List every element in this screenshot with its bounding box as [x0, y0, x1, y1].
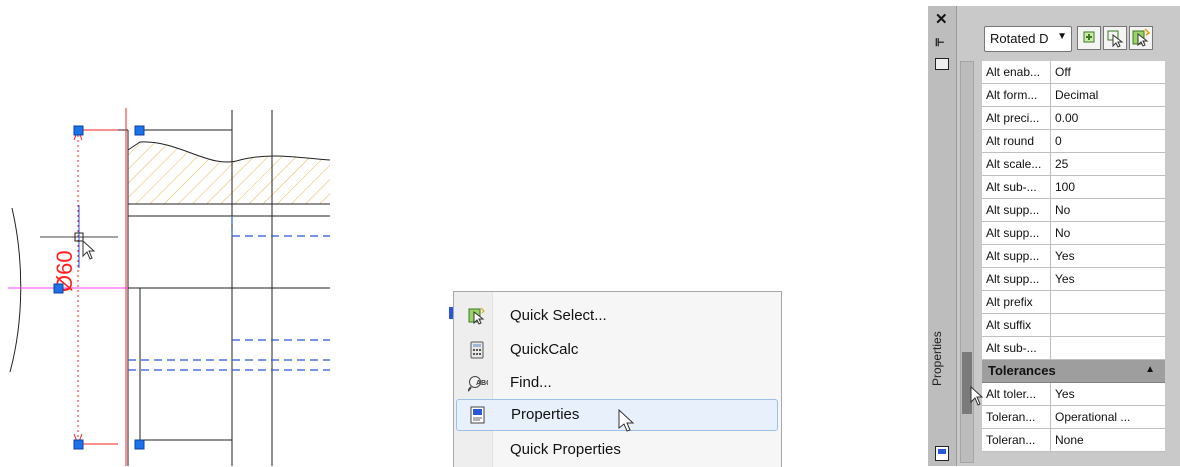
property-value[interactable]: 0.00: [1052, 107, 1164, 129]
close-icon[interactable]: ✕: [935, 10, 948, 28]
property-name: Alt supp...: [982, 222, 1051, 244]
context-menu: Quick Select... QuickCalc ABC Find... Pr…: [453, 291, 782, 467]
mouse-pointer-icon: [82, 239, 96, 260]
property-name: Toleran...: [982, 406, 1051, 428]
collapse-up-icon[interactable]: ▲: [1145, 364, 1155, 375]
select-objects-icon: [1107, 30, 1124, 48]
menu-item-quick-select[interactable]: Quick Select...: [456, 301, 776, 331]
property-name: Alt sub-...: [982, 176, 1051, 198]
property-row[interactable]: Alt prefix: [982, 291, 1165, 314]
auto-hide-icon[interactable]: ⊩: [935, 36, 945, 49]
palette-title: Properties: [930, 331, 944, 386]
menu-item-find[interactable]: ABC Find...: [456, 368, 776, 398]
drawing-canvas[interactable]: Ø60: [0, 0, 330, 466]
property-name: Alt supp...: [982, 268, 1051, 290]
menu-item-quickcalc[interactable]: QuickCalc: [456, 335, 776, 365]
property-row[interactable]: Alt supp... Yes: [982, 268, 1165, 291]
property-row[interactable]: Alt form... Decimal: [982, 84, 1165, 107]
menu-item-label: QuickCalc: [510, 341, 579, 358]
property-value[interactable]: [1052, 337, 1164, 359]
property-name: Alt supp...: [982, 199, 1051, 221]
property-name: Alt prefix: [982, 291, 1051, 313]
property-name: Alt form...: [982, 84, 1051, 106]
property-name: Alt suffix: [982, 314, 1051, 336]
quick-select-icon: [1132, 28, 1151, 47]
property-name: Toleran...: [982, 429, 1051, 451]
property-value[interactable]: Decimal: [1052, 84, 1164, 106]
selection-marker: [449, 307, 453, 319]
palette-title-strip: ✕ ⊩ Properties: [928, 6, 957, 466]
property-value[interactable]: No: [1052, 222, 1164, 244]
property-value[interactable]: No: [1052, 199, 1164, 221]
bearing-arc: [9, 207, 22, 373]
quick-select-icon: [468, 307, 486, 325]
properties-palette: ✕ ⊩ Properties Rotated D ▼ Alt enab... Of…: [928, 6, 1180, 466]
hidden-lines: [128, 216, 330, 371]
property-value[interactable]: [1052, 314, 1164, 336]
property-row[interactable]: Alt supp... No: [982, 199, 1165, 222]
property-row[interactable]: Alt enab... Off: [982, 61, 1165, 84]
property-value[interactable]: Yes: [1052, 268, 1164, 290]
property-row[interactable]: Alt toler... Yes: [982, 383, 1165, 406]
menu-item-label: Find...: [510, 374, 552, 391]
property-row[interactable]: Alt supp... Yes: [982, 245, 1165, 268]
property-value[interactable]: 25: [1052, 153, 1164, 175]
property-row[interactable]: Toleran... None: [982, 429, 1165, 452]
diameter-dimension[interactable]: [73, 108, 127, 466]
tolerance-rows: Alt toler... Yes Toleran... Operational ...…: [982, 383, 1165, 452]
properties-icon: [469, 406, 487, 424]
hatch-region: [128, 141, 330, 204]
property-name: Alt sub-...: [982, 337, 1051, 359]
toggle-pickadd-button[interactable]: [1077, 26, 1101, 50]
property-value[interactable]: Operational ...: [1052, 406, 1164, 428]
svg-text:ABC: ABC: [476, 380, 488, 387]
property-value[interactable]: 0: [1052, 130, 1164, 152]
property-value[interactable]: Off: [1052, 61, 1164, 83]
palette-menu-icon[interactable]: [935, 58, 949, 70]
property-value[interactable]: Yes: [1052, 383, 1164, 405]
property-value[interactable]: None: [1052, 429, 1164, 451]
calculator-icon: [468, 341, 486, 359]
property-value[interactable]: [1052, 291, 1164, 313]
property-name: Alt supp...: [982, 245, 1051, 267]
menu-item-quick-properties[interactable]: Quick Properties: [456, 435, 776, 465]
property-row[interactable]: Toleran... Operational ...: [982, 406, 1165, 429]
menu-item-label: Quick Properties: [510, 441, 621, 458]
chevron-down-icon: ▼: [1057, 31, 1067, 42]
mouse-pointer-icon: [970, 386, 984, 406]
property-value[interactable]: 100: [1052, 176, 1164, 198]
pickadd-icon: [1083, 31, 1095, 43]
property-rows: Alt enab... Off Alt form... Decimal Alt prec…: [982, 61, 1165, 360]
property-row[interactable]: Alt sub-...: [982, 337, 1165, 360]
select-objects-button[interactable]: [1103, 26, 1127, 50]
property-name: Alt scale...: [982, 153, 1051, 175]
property-grid: Alt enab... Off Alt form... Decimal Alt prec…: [982, 61, 1165, 452]
menu-item-label: Properties: [511, 406, 580, 423]
property-name: Alt round: [982, 130, 1051, 152]
section-title: Tolerances: [988, 363, 1056, 378]
property-row[interactable]: Alt supp... No: [982, 222, 1165, 245]
property-name: Alt preci...: [982, 107, 1051, 129]
property-name: Alt enab...: [982, 61, 1051, 83]
menu-item-label: Quick Select...: [510, 307, 607, 324]
property-row[interactable]: Alt sub-... 100: [982, 176, 1165, 199]
object-type-select[interactable]: Rotated D ▼: [984, 26, 1072, 52]
property-row[interactable]: Alt round 0: [982, 130, 1165, 153]
property-row[interactable]: Alt preci... 0.00: [982, 107, 1165, 130]
property-name: Alt toler...: [982, 383, 1051, 405]
property-value[interactable]: Yes: [1052, 245, 1164, 267]
find-icon: ABC: [467, 374, 491, 392]
mouse-pointer-icon: [618, 409, 635, 432]
quick-select-button[interactable]: [1129, 26, 1153, 50]
property-row[interactable]: Alt suffix: [982, 314, 1165, 337]
property-row[interactable]: Alt scale... 25: [982, 153, 1165, 176]
menu-item-properties[interactable]: Properties: [456, 399, 778, 432]
palette-footer-icon: [935, 446, 949, 461]
object-type-value: Rotated D: [990, 31, 1049, 46]
section-header-tolerances[interactable]: Tolerances ▲: [982, 360, 1165, 383]
